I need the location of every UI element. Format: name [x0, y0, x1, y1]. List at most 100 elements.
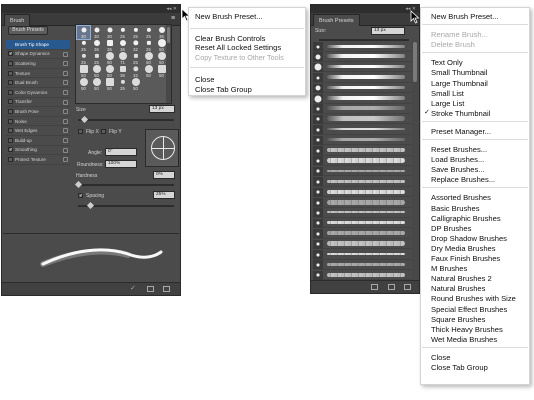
- brush-tip-cell[interactable]: 36: [103, 39, 116, 52]
- preset-row[interactable]: [313, 145, 411, 156]
- menu-item-text-only[interactable]: Text Only: [431, 58, 463, 67]
- angle-field[interactable]: 0°: [105, 148, 137, 156]
- option-checkbox[interactable]: [8, 99, 13, 105]
- menu-item-close[interactable]: Close: [195, 75, 214, 84]
- option-checkbox[interactable]: ✓: [8, 147, 13, 153]
- lock-icon[interactable]: [63, 157, 68, 163]
- brush-tip-cell[interactable]: 25: [142, 39, 155, 52]
- menu-item-load-brushes[interactable]: Load Brushes...: [431, 155, 484, 164]
- brush-option-smoothing[interactable]: ✓ Smoothing: [6, 146, 70, 156]
- option-checkbox[interactable]: [8, 89, 13, 95]
- preset-row[interactable]: [313, 166, 411, 177]
- toggle-preview-icon[interactable]: ✓: [130, 285, 137, 292]
- preset-row[interactable]: [313, 135, 411, 146]
- menu-item-faux-finish-brushes[interactable]: Faux Finish Brushes: [431, 254, 500, 263]
- menu-item-square-brushes[interactable]: Square Brushes: [431, 315, 485, 324]
- menu-item-basic-brushes[interactable]: Basic Brushes: [431, 204, 480, 213]
- brush-tip-cell[interactable]: 25: [129, 26, 142, 39]
- option-checkbox[interactable]: [8, 80, 13, 86]
- brush-panel-titlebar[interactable]: ◂◂ ✕: [2, 5, 180, 13]
- angle-circle-icon[interactable]: [151, 136, 175, 160]
- preset-row[interactable]: [313, 270, 411, 281]
- lock-icon[interactable]: [63, 61, 68, 67]
- menu-item-reset-brushes[interactable]: Reset Brushes...: [431, 145, 487, 154]
- preset-row[interactable]: [313, 103, 411, 114]
- brush-tip-cell[interactable]: 25: [77, 39, 90, 52]
- brush-option-transfer[interactable]: Transfer: [6, 98, 70, 108]
- menu-item-save-brushes[interactable]: Save Brushes...: [431, 165, 485, 174]
- option-checkbox[interactable]: [8, 118, 13, 124]
- lock-icon[interactable]: [63, 70, 68, 76]
- brush-option-color-dynamics[interactable]: Color Dynamics: [6, 88, 70, 98]
- menu-item-small-list[interactable]: Small List: [431, 89, 464, 98]
- spacing-field[interactable]: 25%: [153, 191, 175, 199]
- brush-tip-cell[interactable]: 50: [103, 52, 116, 65]
- preset-row[interactable]: [313, 51, 411, 62]
- option-checkbox[interactable]: [8, 156, 13, 162]
- brush-tip-cell[interactable]: 30: [90, 26, 103, 39]
- brush-tip-cell[interactable]: 30: [76, 25, 91, 40]
- brush-option-protect-texture[interactable]: Protect Texture: [6, 155, 70, 165]
- angle-roundness-widget[interactable]: [145, 129, 179, 167]
- menu-item-close-tab-group[interactable]: Close Tab Group: [195, 85, 252, 94]
- preset-row[interactable]: [313, 124, 411, 135]
- brush-tip-cell[interactable]: 36: [116, 39, 129, 52]
- menu-item-new-brush-preset[interactable]: New Brush Preset...: [431, 12, 499, 21]
- preset-row[interactable]: [313, 62, 411, 73]
- spacing-checkbox[interactable]: ✓: [78, 193, 83, 199]
- preset-row[interactable]: [313, 114, 411, 125]
- brush-tip-cell[interactable]: 50: [129, 78, 142, 91]
- brush-tip-cell[interactable]: 50: [142, 52, 155, 65]
- flip-y-checkbox[interactable]: [101, 129, 106, 134]
- brush-option-wet-edges[interactable]: Wet Edges: [6, 126, 70, 136]
- brush-tip-cell[interactable]: 50: [90, 78, 103, 91]
- brush-tip-cell[interactable]: 50: [103, 78, 116, 91]
- tab-brush-presets[interactable]: Brush Presets: [313, 14, 360, 26]
- menu-item-wet-media-brushes[interactable]: Wet Media Brushes: [431, 335, 497, 344]
- preset-row[interactable]: [313, 207, 411, 218]
- lock-icon[interactable]: [63, 80, 68, 86]
- brush-tip-cell[interactable]: 50: [77, 65, 90, 78]
- preset-row[interactable]: [313, 72, 411, 83]
- preset-row[interactable]: [313, 197, 411, 208]
- brush-option-noise[interactable]: Noise: [6, 117, 70, 127]
- menu-item-calligraphic-brushes[interactable]: Calligraphic Brushes: [431, 214, 501, 223]
- brush-option-dual-brush[interactable]: Dual Brush: [6, 78, 70, 88]
- grid-view-icon[interactable]: [147, 286, 154, 292]
- brush-option-shape-dynamics[interactable]: ✓ Shape Dynamics: [6, 50, 70, 60]
- preset-row[interactable]: [313, 83, 411, 94]
- brush-tip-cell[interactable]: 50: [90, 65, 103, 78]
- new-preset-icon[interactable]: [388, 284, 395, 290]
- preset-row[interactable]: [313, 41, 411, 52]
- brush-tip-cell[interactable]: 25: [116, 78, 129, 91]
- collapse-icon[interactable]: ◂◂ ✕: [166, 6, 177, 12]
- menu-item-preset-manager[interactable]: Preset Manager...: [431, 127, 491, 136]
- menu-item-natural-brushes[interactable]: Natural Brushes: [431, 284, 485, 293]
- brush-tip-cell[interactable]: 25: [90, 52, 103, 65]
- brush-tip-cell[interactable]: 71: [116, 52, 129, 65]
- menu-item-drop-shadow-brushes[interactable]: Drop Shadow Brushes: [431, 234, 507, 243]
- lock-icon[interactable]: [63, 147, 68, 153]
- lock-icon[interactable]: [63, 51, 68, 57]
- menu-item-round-brushes-with-size[interactable]: Round Brushes with Size: [431, 294, 516, 303]
- brush-option-texture[interactable]: Texture: [6, 69, 70, 79]
- menu-item-m-brushes[interactable]: M Brushes: [431, 264, 467, 273]
- preset-row[interactable]: [313, 259, 411, 270]
- preset-row[interactable]: [313, 218, 411, 229]
- menu-item-small-thumbnail[interactable]: Small Thumbnail: [431, 68, 487, 77]
- menu-item-close[interactable]: Close: [431, 353, 450, 362]
- option-checkbox[interactable]: ✓: [8, 51, 13, 57]
- preset-row[interactable]: [313, 176, 411, 187]
- brush-tip-cell[interactable]: 50: [103, 65, 116, 78]
- brush-presets-button[interactable]: Brush Presets: [8, 26, 48, 35]
- toggle-brush-panel-icon[interactable]: [371, 284, 378, 290]
- trash-icon[interactable]: [404, 284, 411, 290]
- menu-item-dry-media-brushes[interactable]: Dry Media Brushes: [431, 244, 496, 253]
- hardness-field[interactable]: 0%: [153, 171, 175, 179]
- lock-icon[interactable]: [63, 89, 68, 95]
- brush-tip-cell[interactable]: 36: [116, 65, 129, 78]
- brush-option-brush-tip-shape[interactable]: Brush Tip Shape: [6, 40, 70, 50]
- lock-icon[interactable]: [63, 118, 68, 124]
- menu-item-dp-brushes[interactable]: DP Brushes: [431, 224, 471, 233]
- brush-tip-cell[interactable]: 30: [103, 26, 116, 39]
